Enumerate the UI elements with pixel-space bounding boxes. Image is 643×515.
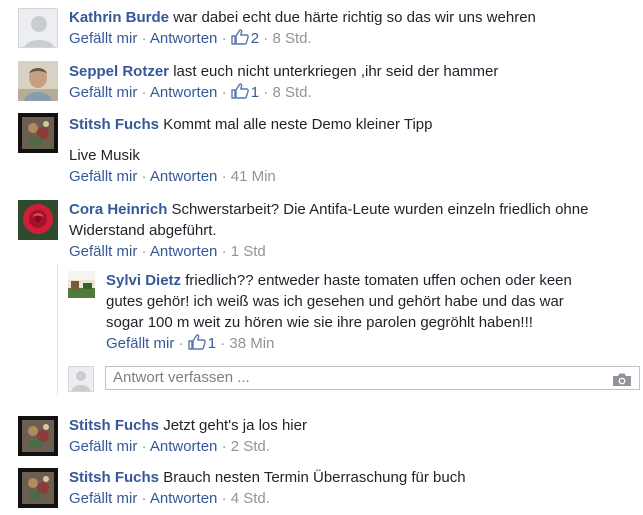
like-count[interactable]: 2 (231, 29, 259, 47)
avatar[interactable] (18, 468, 58, 508)
comment-actions: Gefällt mir · 1 · 38 Min (106, 334, 596, 356)
separator: · (141, 168, 147, 185)
comment-text: Jetzt geht's ja los hier (163, 417, 307, 434)
thumbs-up-icon (231, 29, 249, 51)
separator: · (221, 168, 227, 185)
comment-text: war dabei echt due härte richtig so das … (173, 9, 536, 26)
comment-body: Stitsh Fuchs Kommt mal alle neste Demo k… (69, 114, 635, 187)
reply-composer: Antwort verfassen ... (68, 366, 640, 392)
comment-body: Cora Heinrich Schwerstarbeit? Die Antifa… (69, 199, 635, 262)
avatar[interactable] (18, 200, 58, 240)
reply-body: Sylvi Dietz friedlich?? entweder haste t… (106, 270, 596, 356)
comment-text-line: Live Musik (69, 147, 140, 164)
reply-link[interactable]: Antworten (150, 30, 218, 47)
camera-icon[interactable] (612, 372, 632, 394)
timestamp[interactable]: 1 Std (231, 243, 266, 260)
author-name[interactable]: Sylvi Dietz (106, 272, 181, 289)
reply-link[interactable]: Antworten (150, 490, 218, 507)
separator: · (221, 243, 227, 260)
reply-placeholder: Antwort verfassen ... (113, 369, 250, 386)
separator: · (221, 438, 227, 455)
separator: · (220, 335, 226, 352)
timestamp[interactable]: 8 Std. (272, 84, 311, 101)
comment-actions: Gefällt mir · Antworten · 2 Std. (69, 437, 635, 457)
separator: · (263, 30, 269, 47)
comment-actions: Gefällt mir · Antworten · 41 Min (69, 167, 635, 187)
avatar[interactable] (18, 61, 58, 101)
reply-link[interactable]: Antworten (150, 84, 218, 101)
separator: · (221, 30, 227, 47)
thumbs-up-icon (187, 334, 206, 356)
comment-body: Kathrin Burde war dabei echt due härte r… (69, 7, 635, 51)
comment-actions: Gefällt mir · Antworten · 4 Std. (69, 489, 635, 509)
like-link[interactable]: Gefällt mir (106, 335, 174, 352)
reply-input[interactable]: Antwort verfassen ... (105, 366, 640, 390)
reply-link[interactable]: Antworten (150, 438, 218, 455)
timestamp[interactable]: 8 Std. (272, 30, 311, 47)
reply-link[interactable]: Antworten (150, 243, 218, 260)
comment-body: Stitsh Fuchs Brauch nesten Termin Überra… (69, 467, 635, 509)
like-link[interactable]: Gefällt mir (69, 30, 137, 47)
like-link[interactable]: Gefällt mir (69, 168, 137, 185)
author-name[interactable]: Stitsh Fuchs (69, 116, 159, 133)
author-name[interactable]: Stitsh Fuchs (69, 417, 159, 434)
separator: · (141, 490, 147, 507)
like-count[interactable]: 1 (231, 83, 259, 101)
comment-body: Seppel Rotzer last euch nicht unterkrieg… (69, 61, 635, 105)
comment-text: Kommt mal alle neste Demo kleiner Tipp (163, 116, 433, 133)
like-link[interactable]: Gefällt mir (69, 243, 137, 260)
avatar[interactable] (18, 113, 58, 153)
like-link[interactable]: Gefällt mir (69, 84, 137, 101)
author-name[interactable]: Cora Heinrich (69, 201, 167, 218)
comment-actions: Gefällt mir · Antworten · 1 · 8 Std. (69, 83, 635, 105)
comment-body: Stitsh Fuchs Jetzt geht's ja los hier Ge… (69, 415, 635, 457)
avatar[interactable] (68, 271, 95, 298)
comment-text: Brauch nesten Termin Überraschung für bu… (163, 469, 466, 486)
comment-actions: Gefällt mir · Antworten · 2 · 8 Std. (69, 29, 635, 51)
timestamp[interactable]: 41 Min (231, 168, 276, 185)
separator: · (141, 30, 147, 47)
separator: · (263, 84, 269, 101)
separator: · (141, 243, 147, 260)
separator: · (141, 438, 147, 455)
separator: · (178, 335, 184, 352)
reply-link[interactable]: Antworten (150, 168, 218, 185)
separator: · (141, 84, 147, 101)
avatar[interactable] (18, 416, 58, 456)
like-count[interactable]: 1 (187, 334, 216, 352)
author-name[interactable]: Kathrin Burde (69, 9, 169, 26)
avatar[interactable] (18, 8, 58, 48)
like-link[interactable]: Gefällt mir (69, 490, 137, 507)
comment-actions: Gefällt mir · Antworten · 1 Std (69, 242, 635, 262)
avatar (68, 366, 94, 392)
timestamp[interactable]: 38 Min (229, 335, 274, 352)
separator: · (221, 490, 227, 507)
separator: · (221, 84, 227, 101)
timestamp[interactable]: 2 Std. (231, 438, 270, 455)
comment-text: last euch nicht unterkriegen ,ihr seid d… (173, 63, 499, 80)
like-link[interactable]: Gefällt mir (69, 438, 137, 455)
timestamp[interactable]: 4 Std. (231, 490, 270, 507)
author-name[interactable]: Stitsh Fuchs (69, 469, 159, 486)
author-name[interactable]: Seppel Rotzer (69, 63, 169, 80)
thumbs-up-icon (231, 83, 249, 105)
